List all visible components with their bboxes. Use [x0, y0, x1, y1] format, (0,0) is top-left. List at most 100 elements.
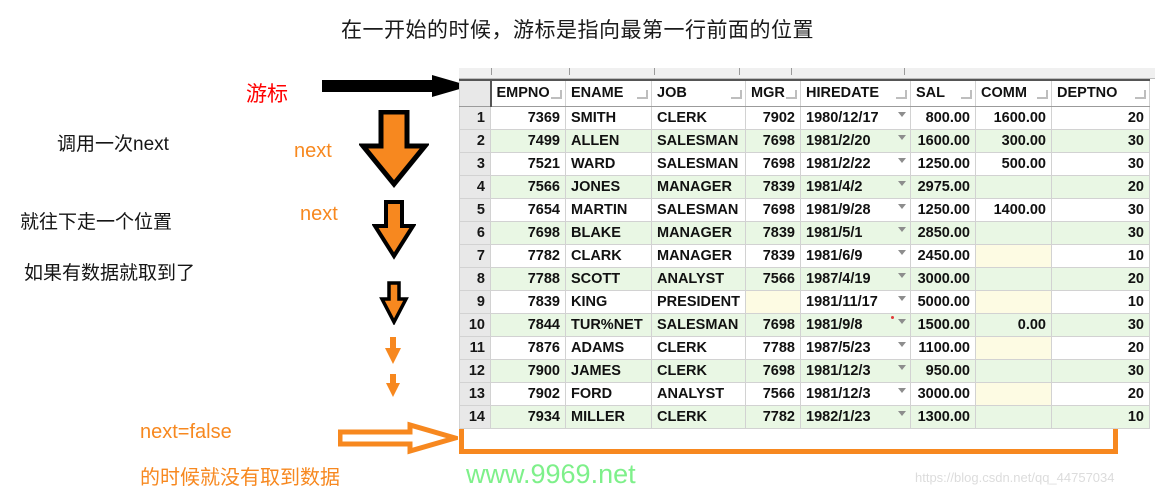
date-picker-icon[interactable] — [898, 273, 906, 278]
cell-job[interactable]: CLERK — [651, 106, 746, 130]
cell-job[interactable]: CLERK — [651, 405, 746, 429]
column-header-empno[interactable]: EMPNO — [490, 79, 566, 107]
cell-hiredate[interactable]: 1981/12/3 — [800, 359, 911, 383]
date-picker-icon[interactable] — [898, 204, 906, 209]
filter-dropdown-icon[interactable] — [637, 90, 648, 99]
cell-hiredate[interactable]: 1981/12/3 — [800, 382, 911, 406]
cell-sal[interactable]: 950.00 — [910, 359, 976, 383]
cell-ename[interactable]: BLAKE — [565, 221, 652, 245]
cell-job[interactable]: CLERK — [651, 359, 746, 383]
cell-empno[interactable]: 7566 — [490, 175, 566, 199]
table-row[interactable]: 8 7788 SCOTT ANALYST 7566 1987/4/19 3000.00 20 — [459, 267, 1150, 291]
cell-job[interactable]: SALESMAN — [651, 152, 746, 176]
cell-empno[interactable]: 7654 — [490, 198, 566, 222]
row-number-cell[interactable]: 6 — [459, 221, 491, 245]
cell-hiredate[interactable]: 1981/5/1 — [800, 221, 911, 245]
column-header-ename[interactable]: ENAME — [565, 79, 652, 107]
cell-empno[interactable]: 7782 — [490, 244, 566, 268]
cell-mgr[interactable]: 7698 — [745, 359, 801, 383]
cell-ename[interactable]: ADAMS — [565, 336, 652, 360]
row-number-cell[interactable]: 1 — [459, 106, 491, 130]
filter-dropdown-icon[interactable] — [1135, 90, 1146, 99]
cell-ename[interactable]: MARTIN — [565, 198, 652, 222]
cell-hiredate[interactable]: 1981/9/8 — [800, 313, 911, 337]
column-header-job[interactable]: JOB — [651, 79, 746, 107]
date-picker-icon[interactable] — [898, 388, 906, 393]
cell-deptno[interactable]: 20 — [1051, 267, 1150, 291]
cell-ename[interactable]: WARD — [565, 152, 652, 176]
cell-sal[interactable]: 5000.00 — [910, 290, 976, 314]
cell-sal[interactable]: 1600.00 — [910, 129, 976, 153]
cell-empno[interactable]: 7900 — [490, 359, 566, 383]
cell-deptno[interactable]: 30 — [1051, 359, 1150, 383]
date-picker-icon[interactable] — [898, 342, 906, 347]
cell-mgr[interactable]: 7698 — [745, 152, 801, 176]
date-picker-icon[interactable] — [898, 181, 906, 186]
table-row[interactable]: 10 7844 TUR%NET SALESMAN 7698 1981/9/8 1500.00… — [459, 313, 1150, 337]
date-picker-icon[interactable] — [898, 296, 906, 301]
employee-table[interactable]: EMPNO ENAME JOB MGR HIREDATE SAL COMM DE… — [459, 79, 1150, 429]
cell-comm[interactable]: 0.00 — [975, 313, 1052, 337]
cell-comm[interactable]: 1600.00 — [975, 106, 1052, 130]
filter-dropdown-icon[interactable] — [896, 90, 907, 99]
cell-hiredate[interactable]: 1981/2/20 — [800, 129, 911, 153]
date-picker-icon[interactable] — [898, 319, 906, 324]
cell-mgr[interactable] — [745, 290, 801, 314]
cell-mgr[interactable]: 7839 — [745, 244, 801, 268]
cell-comm[interactable] — [975, 382, 1052, 406]
cell-comm[interactable]: 500.00 — [975, 152, 1052, 176]
row-number-cell[interactable]: 11 — [459, 336, 491, 360]
table-row[interactable]: 3 7521 WARD SALESMAN 7698 1981/2/22 1250.00 500… — [459, 152, 1150, 176]
cell-sal[interactable]: 2975.00 — [910, 175, 976, 199]
cell-sal[interactable]: 3000.00 — [910, 382, 976, 406]
cell-hiredate[interactable]: 1981/11/17 — [800, 290, 911, 314]
row-number-cell[interactable]: 12 — [459, 359, 491, 383]
column-header-hiredate[interactable]: HIREDATE — [800, 79, 911, 107]
row-number-cell[interactable]: 13 — [459, 382, 491, 406]
cell-empno[interactable]: 7788 — [490, 267, 566, 291]
cell-mgr[interactable]: 7839 — [745, 221, 801, 245]
cell-comm[interactable] — [975, 221, 1052, 245]
filter-dropdown-icon[interactable] — [961, 90, 972, 99]
cell-job[interactable]: SALESMAN — [651, 198, 746, 222]
table-row[interactable]: 7 7782 CLARK MANAGER 7839 1981/6/9 2450.00 10 — [459, 244, 1150, 268]
cell-deptno[interactable]: 20 — [1051, 382, 1150, 406]
row-number-cell[interactable]: 4 — [459, 175, 491, 199]
row-number-cell[interactable]: 14 — [459, 405, 491, 429]
row-number-cell[interactable]: 5 — [459, 198, 491, 222]
cell-sal[interactable]: 800.00 — [910, 106, 976, 130]
cell-sal[interactable]: 1250.00 — [910, 152, 976, 176]
cell-empno[interactable]: 7698 — [490, 221, 566, 245]
date-picker-icon[interactable] — [898, 112, 906, 117]
cell-empno[interactable]: 7876 — [490, 336, 566, 360]
cell-empno[interactable]: 7934 — [490, 405, 566, 429]
cell-ename[interactable]: FORD — [565, 382, 652, 406]
cell-job[interactable]: SALESMAN — [651, 129, 746, 153]
cell-deptno[interactable]: 20 — [1051, 106, 1150, 130]
cell-deptno[interactable]: 10 — [1051, 290, 1150, 314]
row-number-cell[interactable]: 8 — [459, 267, 491, 291]
row-number-cell[interactable]: 7 — [459, 244, 491, 268]
date-picker-icon[interactable] — [898, 411, 906, 416]
cell-mgr[interactable]: 7788 — [745, 336, 801, 360]
cell-deptno[interactable]: 30 — [1051, 152, 1150, 176]
column-header-comm[interactable]: COMM — [975, 79, 1052, 107]
date-picker-icon[interactable] — [898, 365, 906, 370]
cell-deptno[interactable]: 20 — [1051, 336, 1150, 360]
table-row[interactable]: 4 7566 JONES MANAGER 7839 1981/4/2 2975.00 20 — [459, 175, 1150, 199]
result-grid[interactable]: EMPNO ENAME JOB MGR HIREDATE SAL COMM DE… — [459, 68, 1155, 429]
table-row[interactable]: 1 7369 SMITH CLERK 7902 1980/12/17 800.00 1600.… — [459, 106, 1150, 130]
table-row[interactable]: 6 7698 BLAKE MANAGER 7839 1981/5/1 2850.00 30 — [459, 221, 1150, 245]
cell-mgr[interactable]: 7698 — [745, 198, 801, 222]
cell-comm[interactable] — [975, 267, 1052, 291]
cell-job[interactable]: ANALYST — [651, 267, 746, 291]
date-picker-icon[interactable] — [898, 227, 906, 232]
cell-deptno[interactable]: 30 — [1051, 221, 1150, 245]
filter-dropdown-icon[interactable] — [1037, 90, 1048, 99]
cell-deptno[interactable]: 20 — [1051, 175, 1150, 199]
cell-hiredate[interactable]: 1981/4/2 — [800, 175, 911, 199]
cell-comm[interactable] — [975, 405, 1052, 429]
cell-job[interactable]: SALESMAN — [651, 313, 746, 337]
cell-mgr[interactable]: 7566 — [745, 382, 801, 406]
cell-comm[interactable] — [975, 359, 1052, 383]
